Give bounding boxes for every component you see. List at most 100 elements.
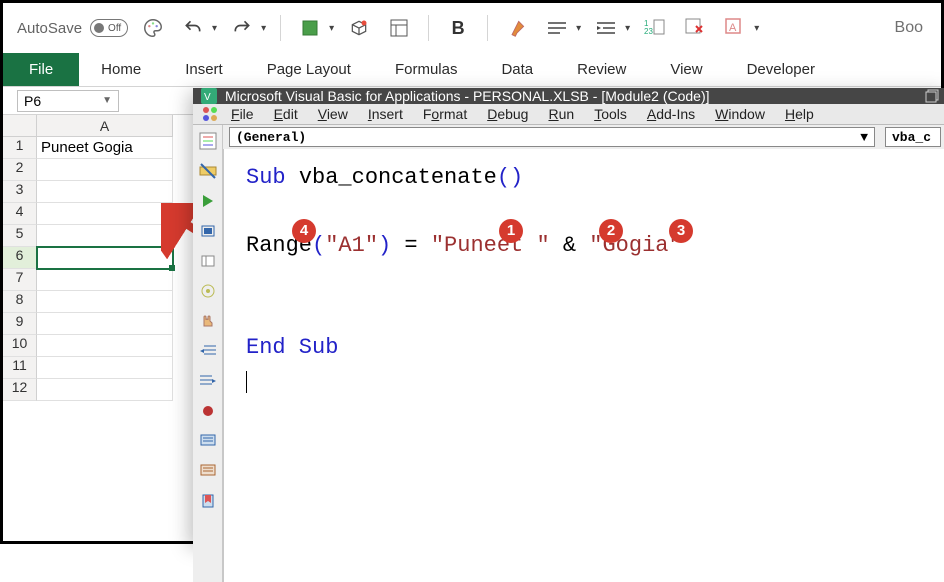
cell[interactable] [37,379,173,401]
vba-app-icon: V [201,88,217,104]
menu-file[interactable]: File [223,104,262,124]
menu-insert[interactable]: Insert [360,104,411,124]
tab-insert[interactable]: Insert [163,53,245,86]
cell[interactable] [37,335,173,357]
menu-edit[interactable]: Edit [266,104,306,124]
vba-edit-toolbar [193,125,223,582]
select-all-corner[interactable] [3,115,37,137]
cell-selected[interactable] [37,247,173,269]
undo-dropdown-icon[interactable]: ▾ [212,23,217,34]
indent-icon[interactable] [591,13,621,43]
ruler-icon[interactable] [198,161,218,181]
vba-title-text: Microsoft Visual Basic for Applications … [225,88,710,104]
list-properties-icon[interactable] [198,131,218,151]
brush-icon[interactable] [502,13,532,43]
cell[interactable] [37,269,173,291]
tab-file[interactable]: File [3,53,79,86]
toggle-switch[interactable]: Off [90,19,128,37]
vba-titlebar[interactable]: V Microsoft Visual Basic for Application… [193,88,944,104]
menu-addins[interactable]: Add-Ins [639,104,703,124]
vba-menu-icon[interactable] [201,105,219,123]
code-editor[interactable]: Sub vba_concatenate() Range("A1") = "Pun… [223,149,944,582]
row-header[interactable]: 10 [3,335,37,357]
number-icon[interactable]: 123 [640,13,670,43]
cell[interactable] [37,291,173,313]
cell[interactable] [37,203,173,225]
row-header[interactable]: 4 [3,203,37,225]
indent-in-icon[interactable] [198,371,218,391]
name-box[interactable]: P6 ▼ [17,90,119,112]
cell-a1[interactable]: Puneet Gogia [37,137,173,159]
breakpoint-icon[interactable] [198,401,218,421]
vba-menubar: File Edit View Insert Format Debug Run T… [193,104,944,125]
col-header-a[interactable]: A [37,115,173,137]
tab-review[interactable]: Review [555,53,648,86]
tab-view[interactable]: View [648,53,724,86]
tab-page-layout[interactable]: Page Layout [245,53,373,86]
format-icon[interactable]: A [720,13,750,43]
uncomment-icon[interactable] [198,461,218,481]
code-keyword-sub: Sub [246,165,286,190]
layout-icon[interactable] [384,13,414,43]
delete-cell-icon[interactable] [680,13,710,43]
cell[interactable] [37,181,173,203]
ribbon-tabs: File Home Insert Page Layout Formulas Da… [3,53,941,87]
square-dropdown-icon[interactable]: ▾ [329,23,334,34]
toggle-knob [94,23,104,33]
name-box-dropdown-icon[interactable]: ▼ [102,95,112,106]
autosave-toggle[interactable]: AutoSave Off [17,19,128,37]
cell[interactable] [37,357,173,379]
align-dropdown-icon[interactable]: ▾ [576,23,581,34]
break-icon[interactable] [198,221,218,241]
run-icon[interactable] [198,191,218,211]
square-icon[interactable] [295,13,325,43]
tab-formulas[interactable]: Formulas [373,53,480,86]
combobox-dropdown-icon[interactable]: ▼ [860,130,868,145]
bold-button[interactable]: B [443,13,473,43]
row-header[interactable]: 1 [3,137,37,159]
cell[interactable] [37,225,173,247]
row-header[interactable]: 2 [3,159,37,181]
object-combobox[interactable]: (General) ▼ [229,127,875,147]
tab-data[interactable]: Data [479,53,555,86]
reset-icon[interactable] [198,251,218,271]
menu-run[interactable]: Run [540,104,582,124]
redo-dropdown-icon[interactable]: ▾ [261,23,266,34]
row-header[interactable]: 11 [3,357,37,379]
align-icon[interactable] [542,13,572,43]
menu-debug[interactable]: Debug [479,104,536,124]
row-header[interactable]: 8 [3,291,37,313]
menu-window[interactable]: Window [707,104,773,124]
object-combo-value: (General) [236,130,306,145]
code-keyword-endsub: End Sub [246,335,338,360]
row-header[interactable]: 12 [3,379,37,401]
comment-icon[interactable] [198,431,218,451]
restore-icon[interactable] [925,89,939,103]
undo-button[interactable] [178,13,208,43]
indent-dropdown-icon[interactable]: ▾ [625,23,630,34]
indent-out-icon[interactable] [198,341,218,361]
cell[interactable] [37,313,173,335]
row-header[interactable]: 9 [3,313,37,335]
tab-home[interactable]: Home [79,53,163,86]
row-header[interactable]: 7 [3,269,37,291]
svg-text:23: 23 [644,27,653,36]
menu-view[interactable]: View [310,104,356,124]
row-header[interactable]: 3 [3,181,37,203]
tab-developer[interactable]: Developer [725,53,837,86]
menu-format[interactable]: Format [415,104,475,124]
design-icon[interactable] [198,281,218,301]
format-dropdown-icon[interactable]: ▾ [754,23,759,34]
proc-combo-value: vba_c [892,130,931,145]
row-header[interactable]: 5 [3,225,37,247]
procedure-combobox[interactable]: vba_c [885,127,941,147]
redo-button[interactable] [227,13,257,43]
hand-icon[interactable] [198,311,218,331]
cube-icon[interactable] [344,13,374,43]
bookmark-icon[interactable] [198,491,218,511]
row-header[interactable]: 6 [3,247,37,269]
menu-tools[interactable]: Tools [586,104,635,124]
palette-icon[interactable] [138,13,168,43]
cell[interactable] [37,159,173,181]
menu-help[interactable]: Help [777,104,822,124]
